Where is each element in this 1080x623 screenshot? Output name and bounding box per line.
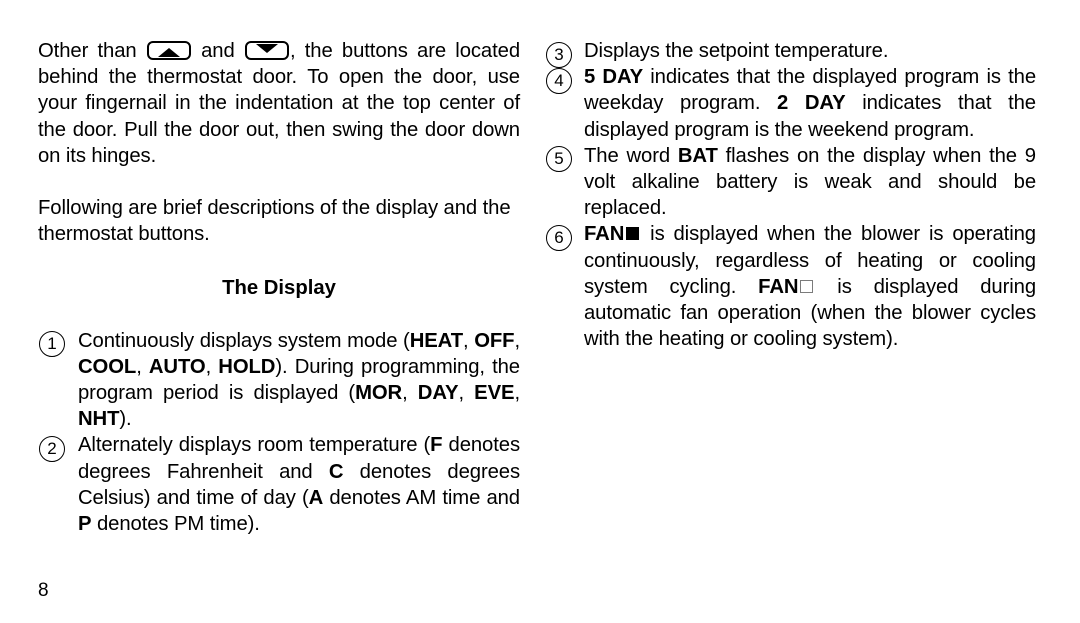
list-item: 6 FAN is displayed when the blower is ope… <box>544 221 1036 352</box>
fan-open-square-icon <box>800 279 814 293</box>
item-bold-f: F <box>430 434 443 457</box>
item-text-seg: , <box>514 329 521 352</box>
item-bold-nht: NHT <box>78 408 120 431</box>
list-item: 2 Alternately displays room temperature (… <box>38 432 520 537</box>
item-text-seg: The word <box>584 144 678 167</box>
list-item: 1 Continuously displays system mode (HEAT… <box>38 328 520 433</box>
item-text-seg: denotes PM time). <box>91 513 260 536</box>
triangle-down-key-icon <box>244 41 289 60</box>
item-text-seg: , <box>514 382 520 405</box>
item-bold-auto: AUTO <box>148 355 206 378</box>
item-number-badge: 6 <box>546 224 572 251</box>
item-bold-2-day: 2 DAY <box>777 92 846 115</box>
item-bold-hold: HOLD <box>218 355 276 378</box>
list-item: 3 Displays the setpoint temperature. <box>544 38 1036 68</box>
item-text-seg: , <box>458 382 475 405</box>
intro-text-before-up-key: Other than <box>38 40 146 62</box>
item-number-badge: 1 <box>39 331 65 358</box>
intro-paragraph: Other than and , the buttons are located… <box>38 38 520 169</box>
list-item: 45 DAY indicates that the displayed prog… <box>544 64 1036 143</box>
item-text-seg: Continuously displays system mode ( <box>78 329 410 352</box>
item-text-seg: Displays the setpoint temperature. <box>584 40 889 62</box>
item-text-seg: , <box>136 355 149 378</box>
item-text-seg: denotes AM time and <box>323 486 520 509</box>
item-bold-heat: HEAT <box>409 329 464 352</box>
item-bold-fan-continuous: FAN <box>584 223 625 246</box>
item-text-seg: , <box>205 355 219 378</box>
item-bold-p: P <box>78 513 92 536</box>
item-bold-c: C <box>328 460 344 483</box>
item-number-badge: 5 <box>546 146 572 173</box>
manual-page: Other than and , the buttons are located… <box>0 0 1080 623</box>
triangle-up-key-icon <box>146 41 191 60</box>
item-number-badge: 4 <box>546 67 572 94</box>
left-column: Other than and , the buttons are located… <box>38 38 520 537</box>
item-text-seg: Alternately displays room temperature ( <box>78 434 431 457</box>
item-bold-day: DAY <box>417 382 459 405</box>
item-bold-a: A <box>308 486 324 509</box>
item-bold-5-day: 5 DAY <box>584 66 644 89</box>
fan-filled-square-icon <box>626 227 640 241</box>
item-bold-fan-auto: FAN <box>758 275 799 298</box>
item-bold-eve: EVE <box>474 382 515 405</box>
item-text-seg: , <box>402 382 418 405</box>
section-heading-the-display: The Display <box>222 277 336 300</box>
page-number: 8 <box>38 580 49 601</box>
item-text-seg: , <box>463 329 475 352</box>
item-number-badge: 2 <box>39 435 65 462</box>
item-bold-cool: COOL <box>78 355 137 378</box>
second-paragraph: Following are brief descriptions of the … <box>38 197 511 246</box>
item-text-seg: ). <box>119 408 132 431</box>
item-bold-mor: MOR <box>355 382 403 405</box>
right-column: 3 Displays the setpoint temperature. 4 5 D… <box>544 38 1036 352</box>
intro-text-between-keys: and <box>191 40 244 62</box>
list-item: 5 The word BAT flashes on the display whe… <box>544 143 1036 222</box>
item-bold-bat: BAT <box>677 144 718 167</box>
item-bold-off: OFF <box>474 329 515 352</box>
